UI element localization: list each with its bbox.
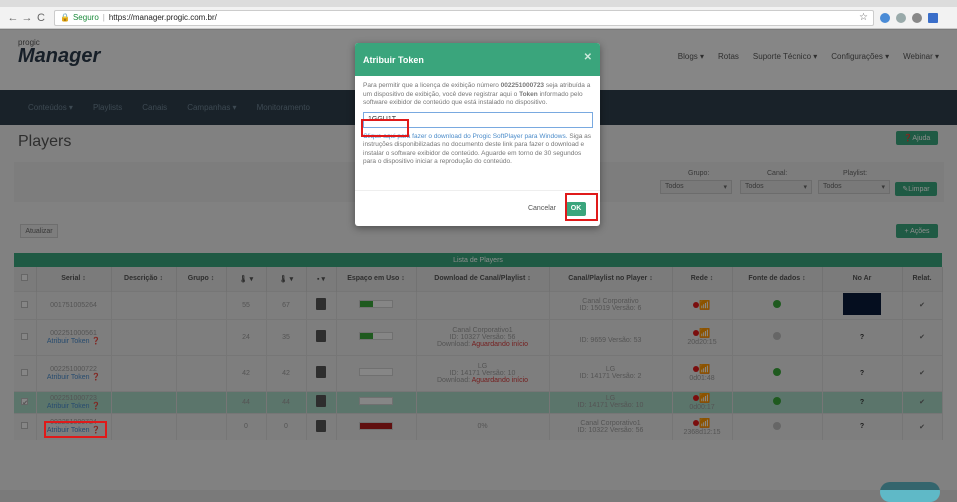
forward-icon[interactable]: → — [20, 12, 34, 24]
extension-icon[interactable] — [928, 12, 938, 23]
address-bar[interactable]: 🔒 Seguro | https://manager.progic.com.br… — [54, 9, 874, 26]
token-word: Token — [519, 90, 538, 98]
extension-icon[interactable] — [880, 12, 890, 23]
cancel-button[interactable]: Cancelar — [528, 205, 556, 212]
atribuir-token-highlight — [44, 421, 107, 438]
extension-icons — [880, 12, 938, 23]
modal-header: Atribuir Token ✕ — [355, 43, 600, 76]
modal-description: Para permitir que a licença de exibição … — [363, 82, 592, 108]
browser-toolbar: ← → C 🔒 Seguro | https://manager.progic.… — [0, 7, 957, 29]
modal-title: Atribuir Token — [363, 54, 424, 65]
modal-footer: Cancelar OK — [355, 190, 600, 226]
reload-icon[interactable]: C — [34, 12, 48, 24]
address-separator: | — [102, 13, 105, 22]
modal-intro-text: Para permitir que a licença de exibição … — [363, 82, 499, 89]
extension-icon[interactable] — [896, 12, 906, 23]
bookmark-star-icon[interactable]: ☆ — [859, 12, 868, 23]
license-number: 002251000723 — [500, 82, 545, 89]
browser-tabstrip — [0, 0, 957, 7]
close-icon[interactable]: ✕ — [584, 52, 592, 63]
secure-label: Seguro — [72, 13, 99, 22]
url-text: https://manager.progic.com.br/ — [108, 13, 217, 22]
lock-icon: 🔒 — [60, 13, 70, 22]
token-input-highlight — [361, 119, 409, 137]
back-icon[interactable]: ← — [6, 12, 20, 24]
ok-button-highlight — [565, 193, 598, 221]
extension-icon[interactable] — [912, 12, 922, 23]
